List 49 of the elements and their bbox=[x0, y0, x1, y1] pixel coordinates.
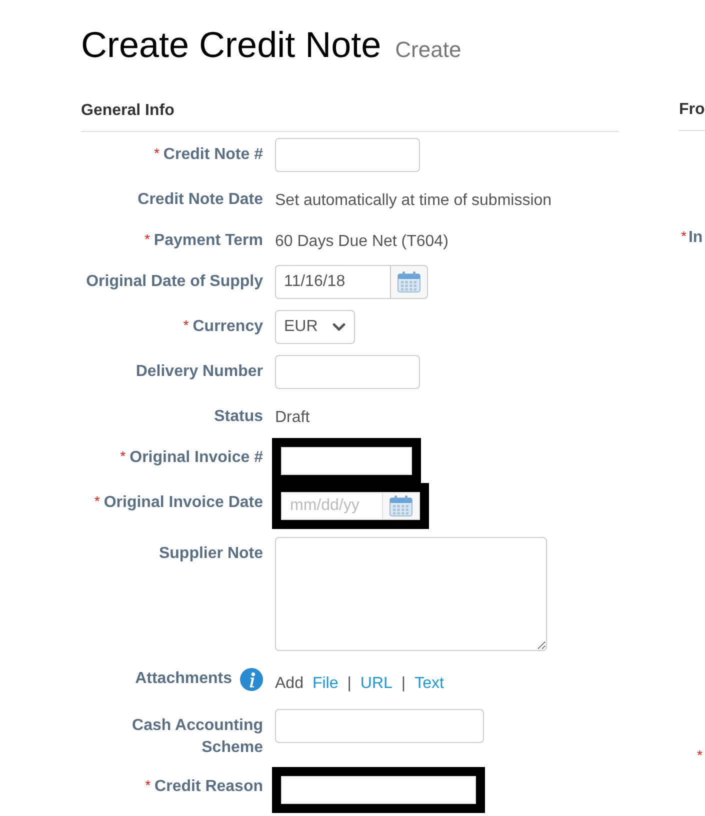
required-mark: * bbox=[681, 227, 686, 246]
field-label: Credit Note # bbox=[163, 145, 263, 165]
input-field[interactable] bbox=[275, 138, 420, 172]
field-label: Status bbox=[214, 407, 263, 427]
field-label: Delivery Number bbox=[136, 362, 263, 382]
section-heading: Fro bbox=[679, 100, 705, 131]
calendar-icon bbox=[389, 495, 413, 517]
input-field[interactable] bbox=[281, 447, 412, 475]
field-value: Draft bbox=[275, 408, 310, 428]
field-label: Supplier Note bbox=[158, 544, 263, 564]
dropdown-select[interactable]: EUR bbox=[275, 310, 355, 344]
required-mark: * bbox=[183, 316, 189, 334]
field-label: Original Invoice # bbox=[130, 448, 263, 468]
date-field[interactable]: 11/16/18 bbox=[275, 265, 390, 299]
field-value: 60 Days Due Net (T604) bbox=[275, 232, 448, 252]
calendar-icon bbox=[397, 271, 421, 293]
field-label: Payment Term bbox=[154, 231, 263, 251]
link[interactable]: URL bbox=[360, 674, 392, 694]
input-field[interactable] bbox=[275, 355, 420, 389]
field-label: In bbox=[688, 228, 703, 248]
text-area-field[interactable] bbox=[275, 537, 547, 651]
date-field[interactable]: mm/dd/yy bbox=[281, 492, 382, 520]
chevron-down-icon bbox=[332, 322, 346, 332]
wide-input-field[interactable] bbox=[281, 776, 476, 804]
required-mark: * bbox=[154, 144, 160, 162]
separator: | bbox=[401, 674, 406, 694]
field-label: Original Date of Supply bbox=[86, 272, 263, 292]
field-label: Cash Accounting Scheme bbox=[131, 716, 263, 758]
section-heading: General Info bbox=[81, 101, 619, 132]
required-mark: * bbox=[120, 447, 126, 465]
required-mark: * bbox=[145, 776, 151, 794]
calendar-button[interactable] bbox=[390, 265, 428, 299]
field-label: Attachments bbox=[135, 669, 232, 689]
link[interactable]: File bbox=[312, 674, 338, 694]
wide-input-field[interactable] bbox=[275, 709, 484, 743]
required-mark: * bbox=[697, 746, 702, 764]
field-label: Credit Reason bbox=[154, 777, 263, 797]
separator: | bbox=[347, 674, 352, 694]
field-label: Credit Note Date bbox=[138, 190, 263, 210]
field-label: Currency bbox=[192, 317, 263, 337]
page-subtitle: Create bbox=[395, 36, 462, 64]
calendar-button[interactable] bbox=[382, 492, 420, 520]
field-value: Set automatically at time of submission bbox=[275, 191, 552, 211]
required-mark: * bbox=[144, 230, 150, 248]
required-mark: * bbox=[94, 492, 100, 510]
page-title: Create Credit Note bbox=[81, 25, 382, 65]
link[interactable]: Text bbox=[414, 674, 444, 694]
attachments-text: Add bbox=[275, 674, 304, 694]
field-label: Original Invoice Date bbox=[104, 493, 263, 513]
